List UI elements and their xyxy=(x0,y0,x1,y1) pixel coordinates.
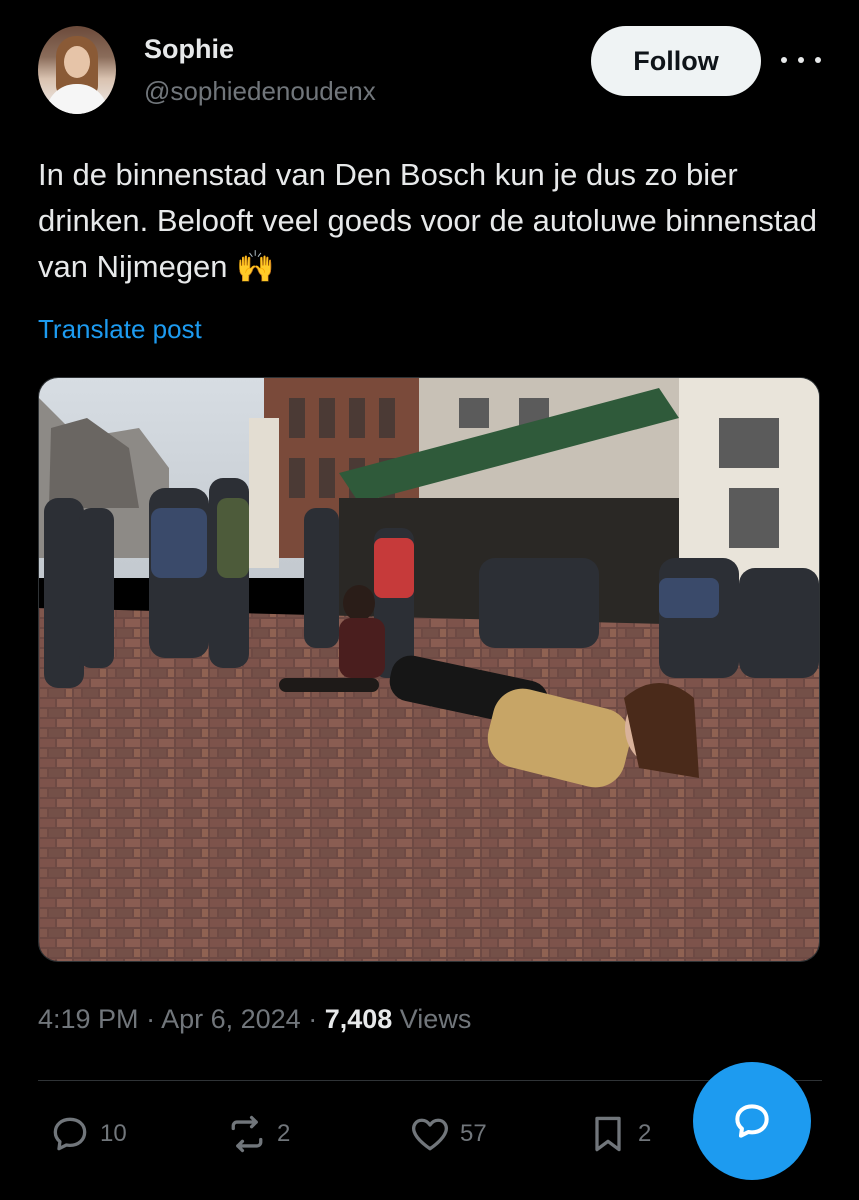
post-text: In de binnenstad van Den Bosch kun je du… xyxy=(38,157,817,284)
reply-icon xyxy=(53,1117,87,1151)
divider xyxy=(38,1080,822,1081)
bookmark-button[interactable]: 2 xyxy=(586,1112,651,1156)
post-time[interactable]: 4:19 PM xyxy=(38,1004,139,1034)
follow-button[interactable]: Follow xyxy=(591,26,761,96)
bookmark-icon xyxy=(595,1116,621,1152)
photo-street-scene-icon xyxy=(39,378,819,961)
bookmark-count: 2 xyxy=(638,1120,652,1147)
repost-icon xyxy=(231,1115,263,1153)
post-photo[interactable] xyxy=(38,377,820,962)
display-name[interactable]: Sophie xyxy=(144,34,234,65)
avatar[interactable] xyxy=(38,26,116,114)
user-handle[interactable]: @sophiedenoudenx xyxy=(144,76,376,107)
more-options-icon[interactable] xyxy=(781,50,821,70)
repost-count: 2 xyxy=(277,1120,291,1147)
post-date[interactable]: Apr 6, 2024 xyxy=(161,1004,301,1034)
repost-button[interactable]: 2 xyxy=(225,1112,290,1156)
like-button[interactable]: 57 xyxy=(408,1112,487,1156)
reply-button[interactable]: 10 xyxy=(48,1112,127,1156)
translate-post-link[interactable]: Translate post xyxy=(38,314,202,345)
reply-bubble-icon xyxy=(735,1104,769,1138)
views-label: Views xyxy=(399,1004,472,1034)
views-count: 7,408 xyxy=(324,1004,393,1034)
meta-separator-2: · xyxy=(300,1004,325,1034)
post-header: Sophie @sophiedenoudenx Follow xyxy=(38,26,822,122)
avatar-face xyxy=(64,46,90,78)
reply-count: 10 xyxy=(100,1120,127,1147)
avatar-shirt xyxy=(46,84,108,114)
heart-icon xyxy=(412,1118,448,1151)
like-count: 57 xyxy=(460,1120,487,1147)
compose-reply-fab[interactable] xyxy=(693,1062,811,1180)
post-meta: 4:19 PM · Apr 6, 2024 · 7,408 Views xyxy=(38,1004,471,1035)
meta-separator: · xyxy=(138,1004,162,1034)
